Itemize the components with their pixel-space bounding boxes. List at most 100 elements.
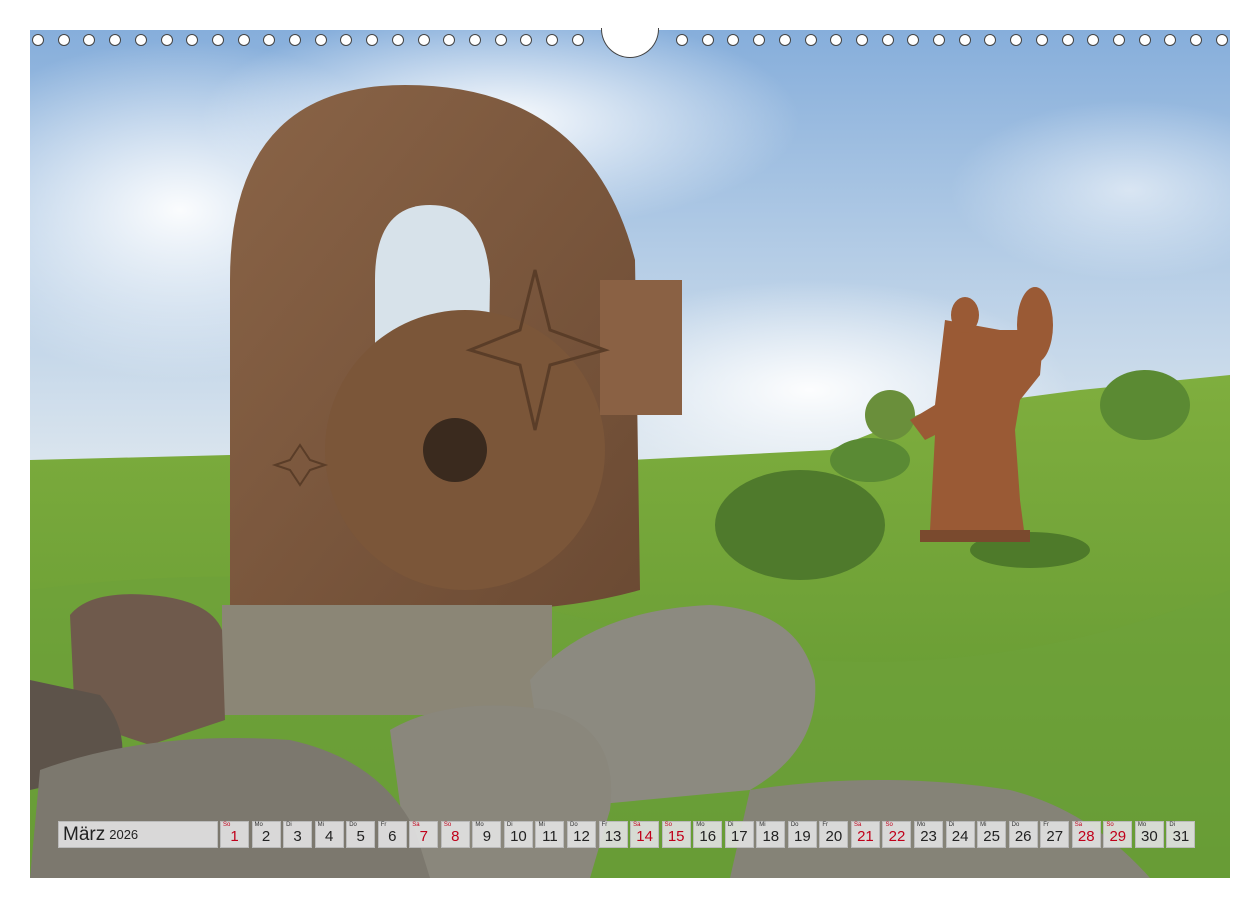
day-number: 19 <box>794 828 811 845</box>
calendar-day: Mi 18 <box>756 821 786 848</box>
binding-ring <box>314 34 327 46</box>
calendar-day: So 29 <box>1103 821 1133 848</box>
calendar-day: Mo 30 <box>1134 821 1164 848</box>
calendar-day: Mo 16 <box>693 821 723 848</box>
binding-ring <box>933 34 945 46</box>
day-number: 28 <box>1077 828 1095 845</box>
calendar-day: Do 5 <box>346 821 376 848</box>
calendar-day: So 8 <box>440 821 470 848</box>
calendar-strip: März 2026 So 1 Mo 2 Di 3 Mi 4 Do 5 Fr 6 Sa 7 So 8 Mo 9 Di 1… <box>58 821 1198 850</box>
day-number: 17 <box>730 828 748 845</box>
photo-stone-sculptures <box>30 30 1230 878</box>
binding-ring <box>468 34 481 46</box>
binding-ring <box>443 34 456 46</box>
binding-ring <box>1190 34 1202 46</box>
calendar-day: Fr 6 <box>377 821 407 848</box>
calendar-day: Mo 9 <box>472 821 502 848</box>
day-number: 12 <box>573 828 590 845</box>
binding-ring <box>958 34 971 46</box>
binding-ring <box>1087 34 1100 46</box>
day-number: 16 <box>699 828 717 845</box>
binding-ring <box>984 34 997 46</box>
day-number: 23 <box>920 828 937 845</box>
day-number: 27 <box>1046 828 1064 845</box>
binding-ring <box>160 34 173 46</box>
calendar-day: Do 19 <box>787 821 817 848</box>
calendar-day: So 22 <box>882 821 912 848</box>
day-number: 18 <box>762 828 780 845</box>
day-number: 7 <box>419 828 428 845</box>
day-number: 3 <box>293 828 302 845</box>
calendar-day: Sa 7 <box>409 821 439 848</box>
calendar-day: Mi 11 <box>535 821 565 848</box>
calendar-day: Sa 21 <box>850 821 880 848</box>
calendar-day: Di 31 <box>1166 821 1196 848</box>
day-number: 6 <box>388 828 397 845</box>
binding-ring <box>186 34 199 46</box>
day-number: 21 <box>857 828 874 845</box>
day-number: 9 <box>482 828 492 845</box>
calendar-day: Di 10 <box>503 821 533 848</box>
binding-ring <box>134 34 147 46</box>
day-number: 30 <box>1141 828 1158 845</box>
binding-ring <box>701 34 714 46</box>
day-number: 11 <box>542 828 558 845</box>
binding-ring <box>855 34 868 46</box>
binding-ring <box>1035 34 1048 46</box>
calendar-day: Di 3 <box>283 821 313 848</box>
binding-ring <box>727 34 740 46</box>
binding-ring <box>1138 34 1151 46</box>
calendar-day: Mi 4 <box>314 821 344 848</box>
day-number: 2 <box>261 828 271 845</box>
calendar-day: Fr 27 <box>1040 821 1070 848</box>
calendar-day: So 1 <box>220 821 249 848</box>
binding-ring <box>830 34 843 46</box>
binding-ring <box>263 34 276 46</box>
day-number: 5 <box>356 828 365 845</box>
day-number: 15 <box>667 828 685 845</box>
calendar-day: Sa 28 <box>1071 821 1101 848</box>
calendar-day: Mi 25 <box>977 821 1007 848</box>
month-label: März 2026 <box>58 821 218 848</box>
day-number: 31 <box>1172 828 1190 845</box>
month-year: 2026 <box>109 827 139 842</box>
calendar-day: Di 17 <box>724 821 754 848</box>
binding-ring <box>1164 34 1177 46</box>
binding-ring <box>753 34 766 46</box>
day-number: 25 <box>983 828 1000 845</box>
day-number: 4 <box>324 828 334 845</box>
binding-ring <box>211 34 224 46</box>
binding-ring <box>340 34 353 46</box>
day-number: 29 <box>1109 828 1127 845</box>
day-number: 1 <box>230 828 239 845</box>
binding-ring <box>571 34 584 46</box>
day-number: 26 <box>1014 828 1032 845</box>
binding-ring <box>804 34 817 46</box>
day-number: 13 <box>604 828 622 845</box>
binding-ring <box>1010 34 1023 46</box>
calendar-day: Do 12 <box>567 821 597 848</box>
binding-ring <box>366 34 379 46</box>
day-number: 14 <box>636 828 653 845</box>
calendar-day: Di 24 <box>945 821 975 848</box>
calendar-day: Sa 14 <box>630 821 660 848</box>
calendar-day: Do 26 <box>1008 821 1038 848</box>
binding-ring <box>778 34 791 46</box>
binding-ring <box>417 34 430 46</box>
day-number: 10 <box>510 828 527 845</box>
binding-ring <box>83 34 96 46</box>
day-number: 24 <box>951 828 969 845</box>
binding-ring <box>676 34 688 46</box>
calendar-day: Mo 2 <box>251 821 281 848</box>
calendar-day: Fr 20 <box>819 821 849 848</box>
binding-ring <box>391 34 404 46</box>
calendar-day: Mo 23 <box>914 821 944 848</box>
month-name: März <box>63 823 106 845</box>
binding-ring <box>289 34 301 46</box>
binding-ring <box>237 34 250 46</box>
binding-ring <box>1215 34 1228 46</box>
binding-ring <box>907 34 920 46</box>
calendar-day: So 15 <box>661 821 691 848</box>
binding-ring <box>520 34 533 46</box>
binding-ring <box>1112 34 1125 46</box>
